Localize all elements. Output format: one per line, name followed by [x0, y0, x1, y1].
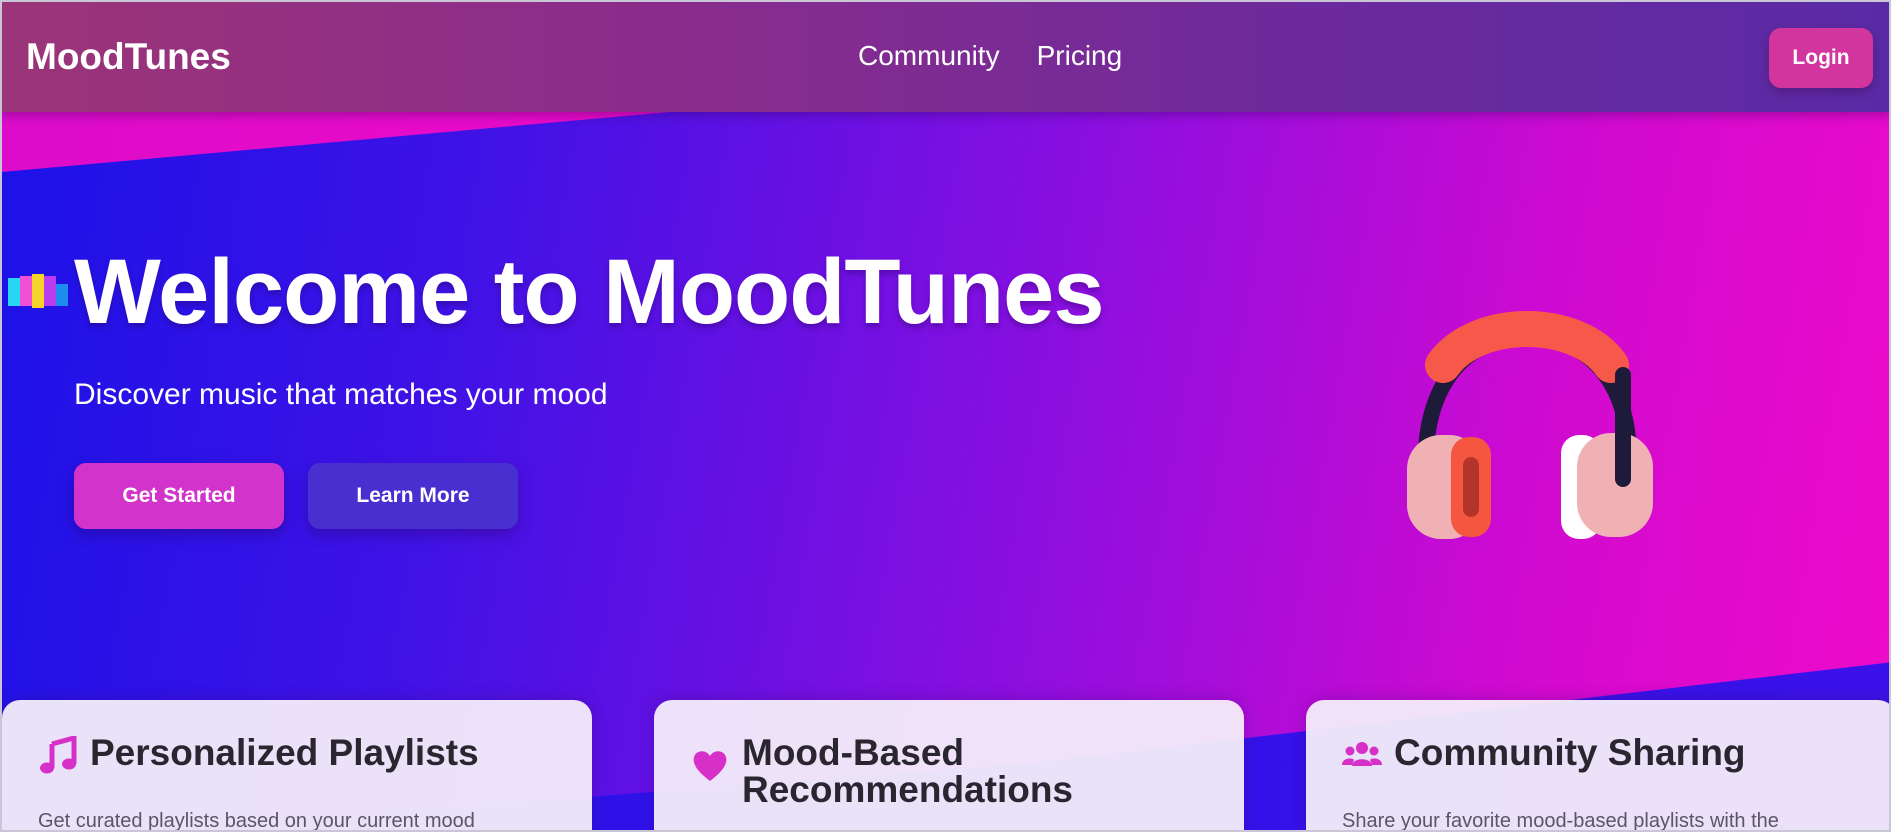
- logo[interactable]: MoodTunes: [26, 36, 231, 78]
- card-title: Mood-Based Recommendations: [742, 732, 1074, 810]
- login-button[interactable]: Login: [1769, 28, 1873, 88]
- music-note-icon: [40, 736, 77, 774]
- feature-card-recommendations: Mood-Based Recommendations: [654, 700, 1244, 830]
- nav-link-pricing[interactable]: Pricing: [1037, 40, 1123, 72]
- navbar: MoodTunes Community Pricing Login: [2, 2, 1889, 112]
- card-header: Personalized Playlists: [38, 734, 479, 776]
- heart-icon: [693, 751, 727, 781]
- card-title: Personalized Playlists: [90, 732, 479, 773]
- card-description: Share your favorite mood-based playlists…: [1342, 810, 1779, 832]
- learn-more-button[interactable]: Learn More: [308, 463, 518, 529]
- card-title: Community Sharing: [1394, 732, 1746, 773]
- card-description: Get curated playlists based on your curr…: [38, 810, 475, 832]
- headphones-icon: [1407, 311, 1653, 539]
- equalizer-bars-icon: [8, 274, 68, 308]
- card-header: Community Sharing: [1342, 734, 1746, 776]
- nav-links: Community Pricing: [858, 40, 1122, 72]
- users-icon: [1342, 742, 1382, 766]
- hero-subtitle: Discover music that matches your mood: [74, 378, 608, 411]
- feature-card-community: Community Sharing Share your favorite mo…: [1306, 700, 1889, 832]
- get-started-button[interactable]: Get Started: [74, 463, 284, 529]
- page: MoodTunes Community Pricing Login Welcom…: [0, 0, 1891, 832]
- nav-link-community[interactable]: Community: [858, 40, 1000, 72]
- feature-card-playlists: Personalized Playlists Get curated playl…: [2, 700, 592, 832]
- card-header: Mood-Based Recommendations: [690, 734, 1082, 808]
- hero-title: Welcome to MoodTunes: [74, 241, 1105, 343]
